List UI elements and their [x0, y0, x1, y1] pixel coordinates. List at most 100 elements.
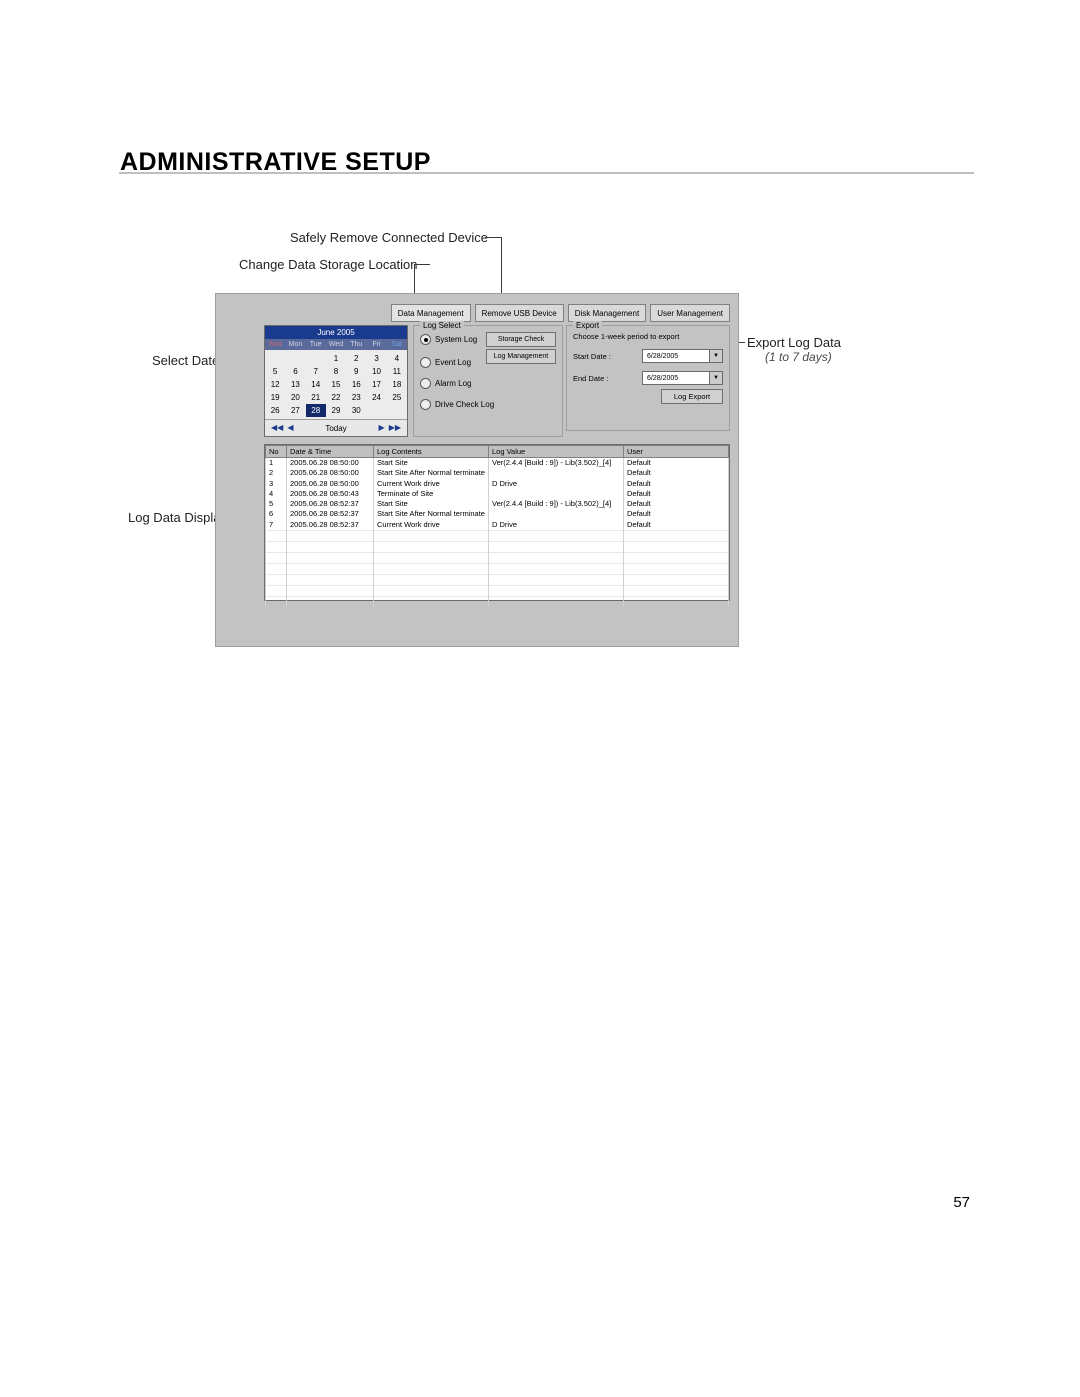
calendar-day-cell[interactable]: 30 [346, 404, 366, 417]
calendar-day-cell [285, 352, 305, 365]
storage-check-button[interactable]: Storage Check [486, 332, 556, 347]
calendar-day-cell[interactable]: 11 [387, 365, 407, 378]
calendar-month: June 2005 [265, 326, 407, 339]
tab-disk-management-label: Disk Management [575, 309, 639, 318]
table-row [266, 586, 729, 597]
calendar-day-cell[interactable]: 14 [306, 378, 326, 391]
calendar-day-cell[interactable]: 18 [387, 378, 407, 391]
table-row [266, 575, 729, 586]
calendar-day-cell[interactable]: 27 [285, 404, 305, 417]
calendar-day-cell[interactable]: 19 [265, 391, 285, 404]
calendar-next-fast-icon[interactable]: ▶▶ [387, 424, 403, 432]
log-select-title: Log Select [420, 321, 464, 330]
calendar-day-cell[interactable]: 25 [387, 391, 407, 404]
table-row [266, 542, 729, 553]
title-rule [119, 172, 974, 174]
dialog-panel: Data Management Remove USB Device Disk M… [215, 293, 739, 647]
start-date-dropdown-icon[interactable]: ▼ [710, 349, 723, 363]
start-date-field[interactable]: 6/28/2005 [642, 349, 710, 363]
log-export-button[interactable]: Log Export [661, 389, 723, 404]
col-no[interactable]: No [266, 446, 287, 458]
table-row[interactable]: 32005.06.28 08:50:00Current Work driveD … [266, 479, 729, 489]
radio-drive-check-log[interactable] [420, 399, 431, 410]
calendar-day-cell[interactable]: 21 [306, 391, 326, 404]
annotation-safely-remove: Safely Remove Connected Device [290, 230, 488, 245]
calendar-day-headers: Sun Mon Tue Wed Thu Fri Sat [265, 339, 407, 350]
export-title: Export [573, 321, 602, 330]
table-row [266, 531, 729, 542]
calendar-today-button[interactable]: Today [295, 424, 376, 433]
calendar-footer: ◀◀ ◀ Today ▶ ▶▶ [265, 419, 407, 436]
calendar[interactable]: June 2005 Sun Mon Tue Wed Thu Fri Sat 12… [264, 325, 408, 437]
calendar-day-cell[interactable]: 8 [326, 365, 346, 378]
radio-alarm-log-label: Alarm Log [435, 379, 471, 388]
calendar-day-cell[interactable]: 2 [346, 352, 366, 365]
table-row[interactable]: 12005.06.28 08:50:00Start SiteVer(2.4.4 … [266, 458, 729, 469]
export-instruction: Choose 1-week period to export [573, 332, 723, 341]
col-contents[interactable]: Log Contents [374, 446, 489, 458]
calendar-day-cell[interactable]: 28 [306, 404, 326, 417]
table-row[interactable]: 72005.06.28 08:52:37Current Work driveD … [266, 520, 729, 531]
radio-event-log[interactable] [420, 357, 431, 368]
table-row[interactable]: 22005.06.28 08:50:00Start Site After Nor… [266, 468, 729, 478]
calendar-day-cell[interactable]: 5 [265, 365, 285, 378]
calendar-day-cell [387, 404, 407, 417]
end-date-dropdown-icon[interactable]: ▼ [710, 371, 723, 385]
tab-data-management-label: Data Management [398, 309, 464, 318]
log-select-group: Log Select System Log Event Log Alarm Lo… [413, 325, 563, 437]
calendar-day-cell [366, 404, 386, 417]
annotation-log-display: Log Data Display [128, 510, 227, 525]
radio-system-log-label: System Log [435, 335, 477, 344]
calendar-day-cell[interactable]: 3 [366, 352, 386, 365]
calendar-day-cell[interactable]: 6 [285, 365, 305, 378]
table-row [266, 553, 729, 564]
table-row [266, 564, 729, 575]
calendar-day-cell[interactable]: 1 [326, 352, 346, 365]
calendar-prev-fast-icon[interactable]: ◀◀ [269, 424, 285, 432]
table-row[interactable]: 52005.06.28 08:52:37Start SiteVer(2.4.4 … [266, 499, 729, 509]
col-value[interactable]: Log Value [489, 446, 624, 458]
export-group: Export Choose 1-week period to export St… [566, 325, 730, 431]
annotation-change-storage: Change Data Storage Location [239, 257, 418, 272]
page-number: 57 [953, 1194, 970, 1211]
calendar-day-cell[interactable]: 22 [326, 391, 346, 404]
table-row[interactable]: 42005.06.28 08:50:43Terminate of SiteDef… [266, 489, 729, 499]
end-date-field[interactable]: 6/28/2005 [642, 371, 710, 385]
start-date-label: Start Date : [573, 352, 642, 361]
radio-system-log[interactable] [420, 334, 431, 345]
annotation-export-log: Export Log Data [747, 335, 841, 350]
calendar-day-cell[interactable]: 15 [326, 378, 346, 391]
calendar-day-cell[interactable]: 20 [285, 391, 305, 404]
calendar-prev-icon[interactable]: ◀ [285, 424, 295, 432]
log-management-button[interactable]: Log Management [486, 349, 556, 364]
tab-user-management-label: User Management [657, 309, 723, 318]
col-datetime[interactable]: Date & Time [287, 446, 374, 458]
calendar-day-cell[interactable]: 4 [387, 352, 407, 365]
calendar-day-cell[interactable]: 17 [366, 378, 386, 391]
calendar-next-icon[interactable]: ▶ [377, 424, 387, 432]
calendar-day-cell[interactable]: 16 [346, 378, 366, 391]
calendar-day-cell[interactable]: 23 [346, 391, 366, 404]
col-user[interactable]: User [624, 446, 729, 458]
calendar-day-cell[interactable]: 26 [265, 404, 285, 417]
tab-data-management[interactable]: Data Management [391, 304, 471, 322]
calendar-day-cell[interactable]: 12 [265, 378, 285, 391]
calendar-day-cell [306, 352, 326, 365]
tab-remove-usb[interactable]: Remove USB Device [475, 304, 564, 322]
calendar-day-cell[interactable]: 29 [326, 404, 346, 417]
calendar-day-cell[interactable]: 7 [306, 365, 326, 378]
calendar-day-cell [265, 352, 285, 365]
end-date-label: End Date : [573, 374, 642, 383]
calendar-day-cell[interactable]: 13 [285, 378, 305, 391]
log-table: No Date & Time Log Contents Log Value Us… [264, 444, 730, 601]
calendar-day-cell[interactable]: 24 [366, 391, 386, 404]
calendar-day-cell[interactable]: 9 [346, 365, 366, 378]
calendar-grid[interactable]: 1234567891011121314151617181920212223242… [265, 350, 407, 419]
calendar-day-cell[interactable]: 10 [366, 365, 386, 378]
tab-user-management[interactable]: User Management [650, 304, 730, 322]
tab-disk-management[interactable]: Disk Management [568, 304, 646, 322]
radio-event-log-label: Event Log [435, 358, 471, 367]
table-row[interactable]: 62005.06.28 08:52:37Start Site After Nor… [266, 509, 729, 519]
table-row [266, 597, 729, 608]
radio-alarm-log[interactable] [420, 378, 431, 389]
